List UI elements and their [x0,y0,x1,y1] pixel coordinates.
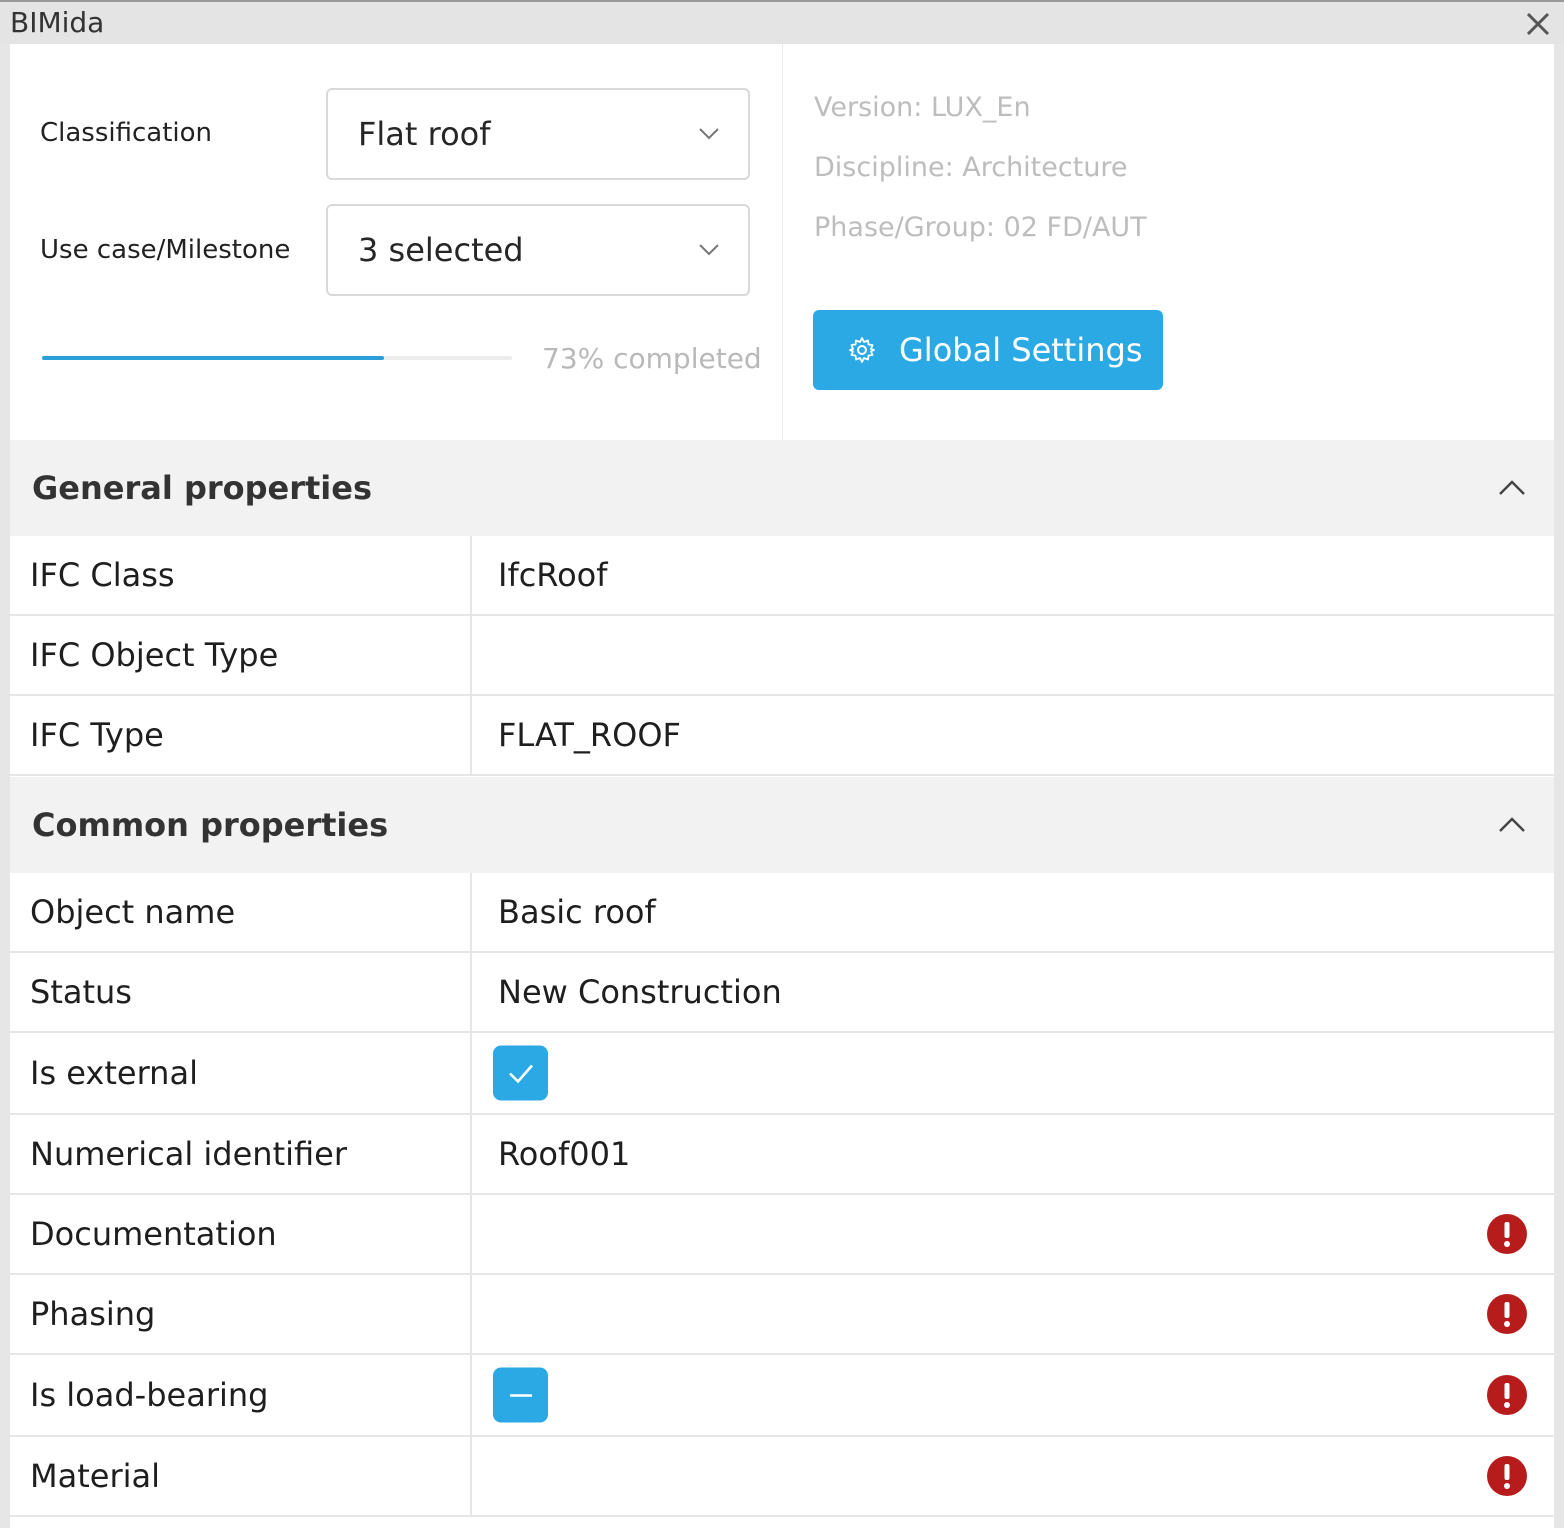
property-key: IFC Class [30,556,175,594]
property-row: IFC Class IfcRoof [10,536,1554,616]
column-divider [470,1115,472,1193]
property-row: Object name Basic roof [10,873,1554,953]
column-divider [470,536,472,614]
column-divider [470,1275,472,1353]
progress-fill [42,356,385,360]
minus-icon [509,1393,532,1397]
property-value[interactable]: FLAT_ROOF [498,716,681,754]
chevron-down-icon [699,128,719,140]
chevron-up-icon [1499,817,1525,832]
property-row: Is load-bearing [10,1355,1554,1437]
property-key: Numerical identifier [30,1135,347,1173]
classification-value: Flat roof [358,115,491,153]
property-key: Documentation [30,1215,277,1253]
property-key: Object name [30,893,236,931]
property-row: Status New Construction [10,953,1554,1033]
phase-text: Phase/Group: 02 FD/AUT [814,212,1147,243]
global-settings-label: Global Settings [899,331,1143,369]
gear-icon [849,337,875,363]
property-value[interactable]: Roof001 [498,1135,630,1173]
error-icon[interactable] [1486,1293,1528,1335]
error-icon[interactable] [1486,1213,1528,1255]
property-row: Documentation [10,1195,1554,1275]
classification-label: Classification [40,118,213,148]
property-key: IFC Object Type [30,636,279,674]
close-button[interactable] [1518,4,1558,44]
column-divider [470,616,472,694]
title-bar: BIMida [0,0,1564,44]
use-case-label: Use case/Milestone [40,235,291,265]
use-case-value: 3 selected [358,231,524,269]
main-window: Classification Flat roof Use case/Milest… [10,44,1554,1528]
property-key: Status [30,973,132,1011]
property-key: Is load-bearing [30,1376,269,1414]
property-key: Material [30,1457,160,1495]
property-key: Phasing [30,1295,156,1333]
property-value[interactable]: New Construction [498,973,782,1011]
discipline-text: Discipline: Architecture [814,152,1128,183]
column-divider [470,1033,472,1113]
property-row: IFC Object Type [10,616,1554,696]
close-icon [1526,12,1550,36]
error-icon[interactable] [1486,1374,1528,1416]
column-divider [470,953,472,1031]
use-case-select[interactable]: 3 selected [326,204,750,296]
common-properties-header[interactable]: Common properties [10,777,1554,873]
column-divider [470,1195,472,1273]
section-title: General properties [32,469,373,507]
property-checkbox[interactable] [493,1045,548,1101]
column-divider [470,873,472,951]
progress-bar [42,356,512,360]
general-properties-header[interactable]: General properties [10,440,1554,536]
checkmark-icon [508,1064,533,1083]
property-row: Material [10,1437,1554,1517]
selection-panel: Classification Flat roof Use case/Milest… [10,44,782,440]
error-icon[interactable] [1486,1455,1528,1497]
column-divider [470,696,472,774]
version-text: Version: LUX_En [814,92,1031,123]
property-key: Is external [30,1054,198,1092]
classification-select[interactable]: Flat roof [326,88,750,180]
window-title: BIMida [10,6,105,39]
property-key: IFC Type [30,716,164,754]
column-divider [470,1355,472,1435]
property-row: Is external [10,1033,1554,1115]
property-value[interactable]: Basic roof [498,893,656,931]
property-checkbox[interactable] [493,1367,548,1423]
progress-text: 73% completed [542,342,762,375]
property-row: Numerical identifier Roof001 [10,1115,1554,1195]
chevron-up-icon [1499,480,1525,495]
property-value[interactable]: IfcRoof [498,556,608,594]
property-row: Phasing [10,1275,1554,1355]
chevron-down-icon [699,244,719,256]
property-row: IFC Type FLAT_ROOF [10,696,1554,776]
global-settings-button[interactable]: Global Settings [813,310,1163,390]
section-title: Common properties [32,806,389,844]
panel-divider [782,44,783,440]
column-divider [470,1437,472,1515]
